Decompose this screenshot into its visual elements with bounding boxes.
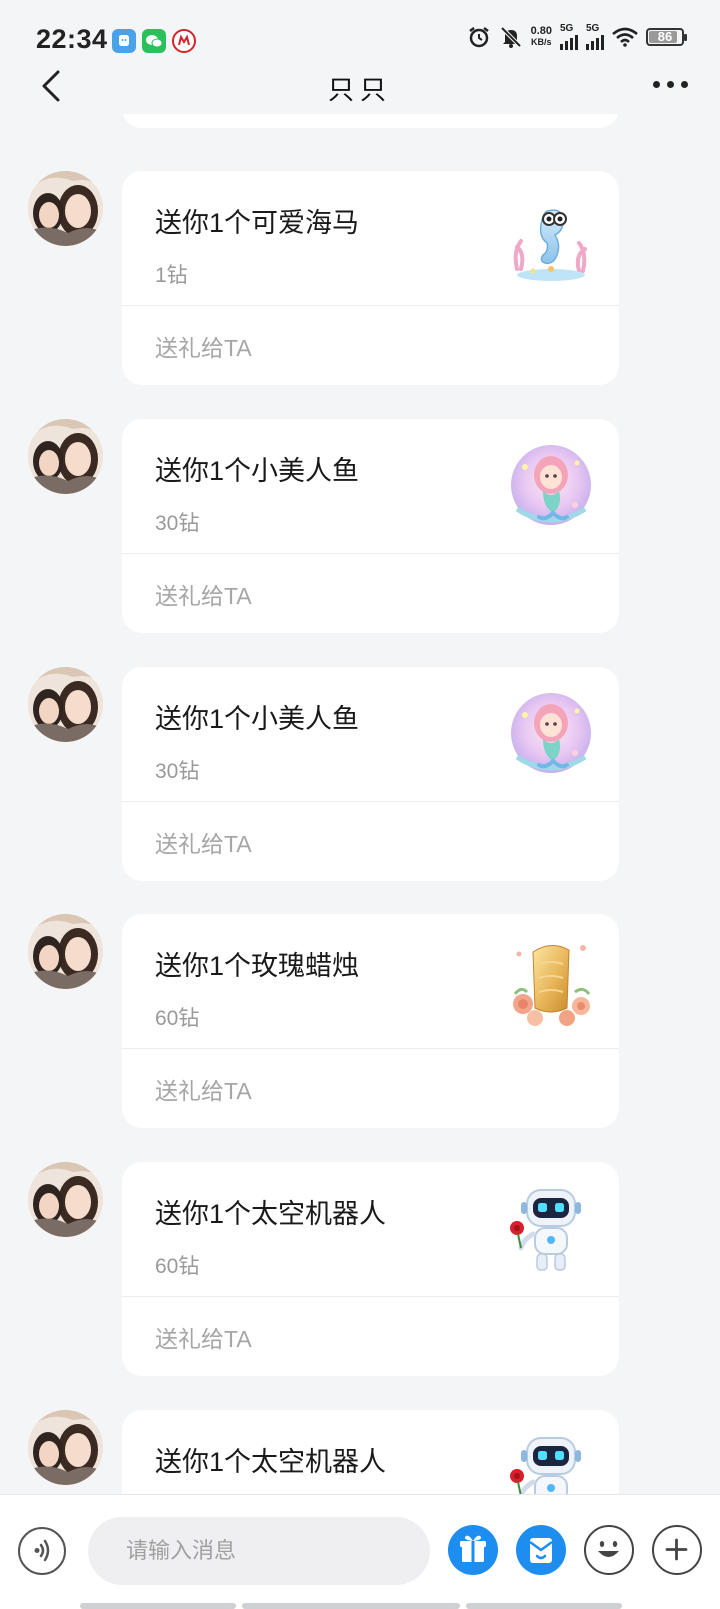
signal-bars-icon [586, 34, 604, 50]
gift-title: 送你1个玫瑰蜡烛 [155, 951, 360, 981]
gift-price: 60钻 [155, 1255, 200, 1278]
message-input[interactable] [88, 1517, 430, 1585]
gift-price: 30钻 [155, 760, 200, 783]
avatar[interactable] [28, 1410, 103, 1485]
avatar[interactable] [28, 914, 103, 989]
send-gift-link[interactable]: 送礼给TA [155, 1320, 252, 1354]
alarm-icon [468, 27, 489, 48]
status-indicators: 0.80 KB/s 5G 5G 86 [467, 24, 687, 50]
gift-title: 送你1个小美人鱼 [155, 704, 360, 734]
card-divider [122, 553, 619, 554]
gift-message: 送你1个太空机器人 [0, 1410, 720, 1494]
gift-title: 送你1个可爱海马 [155, 208, 360, 238]
card-divider [122, 801, 619, 802]
gesture-bar [242, 1603, 460, 1609]
gift-message: 送你1个小美人鱼 30钻 送礼给TA [0, 419, 720, 633]
gift-price: 60钻 [155, 1007, 200, 1030]
gesture-bar [466, 1603, 622, 1609]
network-speed-value: 0.80 [530, 25, 552, 37]
card-divider [122, 1048, 619, 1049]
sim1-label: 5G [560, 23, 574, 34]
gesture-bar [80, 1603, 236, 1609]
gift-message: 送你1个玫瑰蜡烛 60钻 送礼给TA [0, 914, 720, 1128]
gift-price: 1钻 [155, 264, 188, 287]
envelope-icon [529, 1538, 553, 1563]
send-gift-link[interactable]: 送礼给TA [155, 577, 252, 611]
emoji-icon [598, 1541, 619, 1557]
status-time: 22:34 [36, 24, 108, 54]
card-divider [122, 305, 619, 306]
mute-bell-icon [500, 26, 521, 48]
send-gift-link[interactable]: 送礼给TA [155, 329, 252, 363]
network-speed-unit: KB/s [531, 37, 552, 47]
gift-card[interactable]: 送你1个太空机器人 60钻 送礼给TA [122, 1162, 619, 1376]
battery-icon: 86 [646, 28, 687, 46]
wechat-icon [142, 29, 166, 53]
red-packet-button[interactable] [516, 1525, 566, 1575]
card-divider [122, 1296, 619, 1297]
gift-card[interactable]: 送你1个玫瑰蜡烛 60钻 送礼给TA [122, 914, 619, 1128]
gift-card[interactable]: 送你1个可爱海马 1钻 送礼给TA [122, 171, 619, 385]
gift-card[interactable]: 送你1个小美人鱼 30钻 送礼给TA [122, 419, 619, 633]
plus-icon [665, 1538, 688, 1561]
gift-message: 送你1个小美人鱼 30钻 送礼给TA [0, 667, 720, 881]
wifi-icon [612, 27, 638, 47]
more-options-button[interactable] [648, 72, 692, 96]
app-notification-icon [112, 29, 136, 53]
space-robot-gift-image [503, 1430, 599, 1494]
gift-title: 送你1个太空机器人 [155, 1447, 387, 1477]
more-actions-button[interactable] [652, 1525, 702, 1575]
voice-input-button[interactable] [18, 1527, 66, 1575]
page-title: 只只 [327, 75, 392, 105]
seahorse-gift-image [503, 191, 599, 287]
sim2-label: 5G [586, 23, 600, 34]
send-gift-link[interactable]: 送礼给TA [155, 825, 252, 859]
gift-message: 送你1个太空机器人 60钻 送礼给TA [0, 1162, 720, 1376]
voice-icon [34, 1539, 50, 1562]
avatar[interactable] [28, 171, 103, 246]
previous-message-card-partial [122, 114, 619, 128]
sim2-signal: 5G [586, 24, 604, 50]
gift-card[interactable]: 送你1个太空机器人 [122, 1410, 619, 1494]
gift-title: 送你1个小美人鱼 [155, 456, 360, 486]
network-speed: 0.80 KB/s [531, 26, 552, 48]
chat-header: 只只 [0, 60, 720, 114]
gift-button[interactable] [448, 1525, 498, 1575]
gift-title: 送你1个太空机器人 [155, 1199, 387, 1229]
more-dots-icon [652, 80, 660, 88]
sim1-signal: 5G [560, 24, 578, 50]
red-app-icon [172, 29, 196, 53]
gift-icon [460, 1535, 486, 1562]
status-app-icons [112, 29, 196, 53]
space-robot-gift-image [503, 1182, 599, 1278]
gift-price: 30钻 [155, 512, 200, 535]
battery-percentage: 86 [657, 29, 673, 44]
mermaid-gift-image [503, 439, 599, 535]
message-input-bar [0, 1494, 720, 1609]
mermaid-gift-image [503, 687, 599, 783]
avatar[interactable] [28, 419, 103, 494]
gift-message: 送你1个可爱海马 1钻 送礼给TA [0, 171, 720, 385]
avatar[interactable] [28, 1162, 103, 1237]
gift-card[interactable]: 送你1个小美人鱼 30钻 送礼给TA [122, 667, 619, 881]
send-gift-link[interactable]: 送礼给TA [155, 1072, 252, 1106]
avatar[interactable] [28, 667, 103, 742]
emoji-button[interactable] [584, 1525, 634, 1575]
chat-message-list[interactable]: 送你1个可爱海马 1钻 送礼给TA 送你1个小美人鱼 30钻 送礼给TA 送你1… [0, 114, 720, 1494]
rose-candle-gift-image [503, 934, 599, 1030]
signal-bars-icon [560, 34, 578, 50]
